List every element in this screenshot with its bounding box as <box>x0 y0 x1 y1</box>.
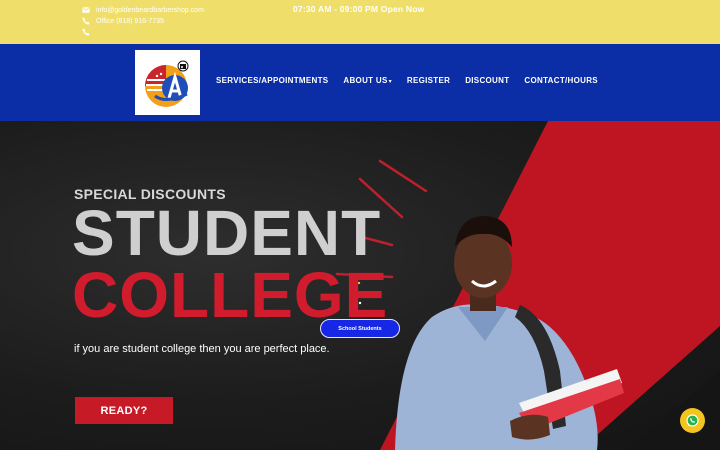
site-logo[interactable] <box>135 50 200 115</box>
phone-contact[interactable]: Office (818) 916-7735 <box>82 17 164 25</box>
logo-emblem <box>145 60 189 107</box>
nav-label: SERVICES/APPOINTMENTS <box>216 76 329 85</box>
nav-item-services-appointments[interactable]: SERVICES/APPOINTMENTS <box>216 76 328 85</box>
chevron-down-icon: ▾ <box>388 79 392 85</box>
email-contact[interactable]: info@goldenbeardbarbershop.com <box>82 6 204 14</box>
nav-label: CONTACT/HOURS <box>524 76 598 85</box>
envelope-icon <box>82 6 90 13</box>
whatsapp-icon <box>686 414 699 427</box>
phone-text[interactable]: Office (818) 916-7735 <box>96 18 164 25</box>
ready-button[interactable]: READY? <box>75 397 173 424</box>
main-navbar: SERVICES/APPOINTMENTS ABOUT US▾ REGISTER… <box>0 44 720 121</box>
hero-subtitle: if you are student college then you are … <box>74 343 330 355</box>
nav-item-register[interactable]: REGISTER <box>407 76 450 85</box>
top-bar: info@goldenbeardbarbershop.com Office (8… <box>0 0 720 44</box>
email-text[interactable]: info@goldenbeardbarbershop.com <box>96 7 204 14</box>
whatsapp-button[interactable] <box>680 408 705 433</box>
nav-item-discount[interactable]: DISCOUNT <box>465 76 509 85</box>
school-students-badge[interactable]: School Students <box>320 319 400 338</box>
nav-item-about-us[interactable]: ABOUT US▾ <box>343 76 392 85</box>
nav-label: DISCOUNT <box>465 76 510 85</box>
phone-icon <box>82 17 90 25</box>
nav-item-contact-hours[interactable]: CONTACT/HOURS <box>524 76 598 85</box>
hero-banner: SPECIAL DISCOUNTS STUDENT COLLEGE if you… <box>0 121 720 450</box>
nav-label: ABOUT US <box>343 76 388 85</box>
phone-icon <box>82 28 90 36</box>
nav-label: REGISTER <box>406 76 451 85</box>
phone-contact-secondary[interactable] <box>82 28 96 36</box>
opening-hours: 07:30 AM - 09:00 PM Open Now <box>293 4 425 14</box>
nav-menu: SERVICES/APPOINTMENTS ABOUT US▾ REGISTER… <box>216 76 598 85</box>
